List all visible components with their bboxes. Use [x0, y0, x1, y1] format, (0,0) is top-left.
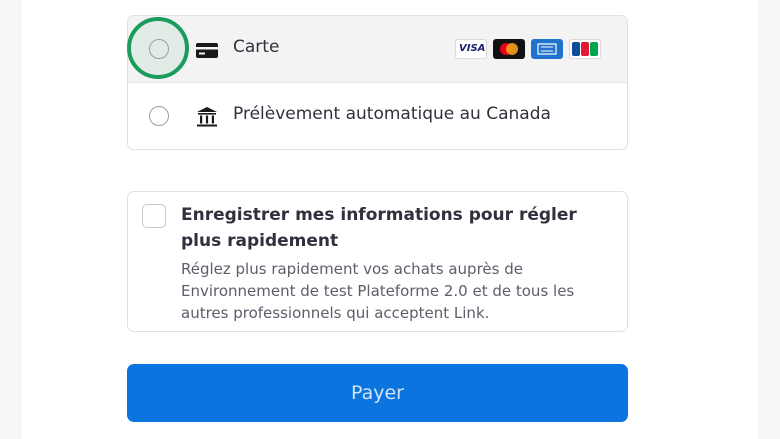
payment-option-bank-debit[interactable]: Prélèvement automatique au Canada: [128, 83, 627, 149]
pay-button[interactable]: Payer: [127, 364, 628, 422]
save-info-title: Enregistrer mes informations pour régler…: [181, 205, 577, 251]
visa-text: VISA: [459, 43, 486, 54]
save-info-description: Réglez plus rapidement vos achats auprès…: [181, 260, 575, 322]
bank-debit-radio[interactable]: [149, 106, 169, 126]
card-brands: VISA: [455, 39, 601, 59]
card-label: Carte: [233, 37, 280, 57]
visa-logo-icon: VISA: [455, 39, 487, 59]
focus-ring: [127, 17, 189, 79]
bank-icon: [197, 107, 217, 127]
credit-card-icon: [196, 43, 218, 58]
payment-method-selector: Carte VISA Prélèvement automatique au Ca…: [127, 15, 628, 150]
amex-logo-icon: [531, 39, 563, 59]
bank-debit-label: Prélèvement automatique au Canada: [233, 104, 551, 124]
save-info-checkbox[interactable]: [142, 204, 166, 228]
save-info-panel: Enregistrer mes informations pour régler…: [127, 191, 628, 332]
jcb-logo-icon: [569, 39, 601, 59]
mastercard-logo-icon: [493, 39, 525, 59]
payment-option-card[interactable]: Carte VISA: [128, 16, 627, 83]
